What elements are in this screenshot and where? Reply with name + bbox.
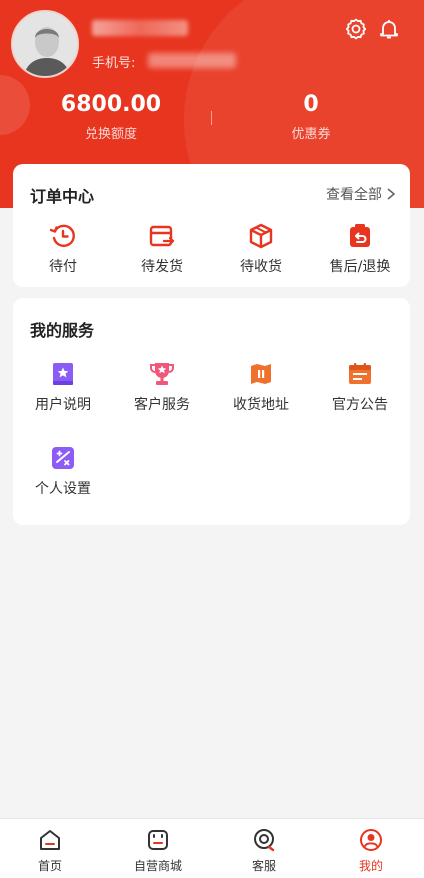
order-item-label: 售后/退换 (329, 259, 391, 275)
return-bag-icon (350, 224, 370, 247)
settings-icon[interactable] (344, 17, 368, 41)
tab-label: 首页 (37, 859, 62, 873)
order-center-card: 订单中心 查看全部 待付 待发货 待收货 售后/退换 (13, 164, 410, 287)
service-label: 官方公告 (332, 397, 388, 413)
order-item-label: 待收货 (240, 259, 282, 275)
stat-value: 0 (303, 92, 319, 117)
service-label: 收货地址 (233, 397, 289, 413)
tab-label: 我的 (358, 859, 383, 873)
service-icon (254, 829, 275, 852)
tab-label: 客服 (251, 859, 276, 873)
service-customer-service[interactable]: 客户服务 (112, 360, 212, 414)
service-official-announcement[interactable]: 官方公告 (310, 360, 410, 414)
tab-mine[interactable]: 我的 (321, 827, 421, 874)
stat-exchange-quota[interactable]: 6800.00 兑换额度 (21, 92, 201, 142)
service-label: 用户说明 (35, 397, 91, 413)
username-redacted (92, 20, 188, 36)
bell-icon[interactable] (377, 17, 401, 41)
order-item-pending-receipt[interactable]: 待收货 (211, 222, 311, 276)
view-all-link[interactable]: 查看全部 (326, 184, 396, 204)
chevron-right-icon (387, 188, 396, 200)
stat-divider (211, 111, 212, 125)
tab-shop[interactable]: 自营商城 (108, 827, 208, 874)
stat-label: 优惠券 (291, 127, 331, 142)
service-shipping-address[interactable]: 收货地址 (211, 360, 311, 414)
order-item-label: 待付 (49, 259, 77, 275)
calendar-icon (349, 363, 371, 384)
phone-number-redacted (148, 53, 236, 68)
card-title: 订单中心 (30, 187, 95, 206)
tab-customer-service[interactable]: 客服 (214, 827, 314, 874)
home-icon (40, 830, 60, 850)
star-book-icon (53, 363, 73, 385)
phone-label: 手机号: (92, 56, 136, 71)
service-user-guide[interactable]: 用户说明 (13, 360, 113, 414)
order-item-label: 待发货 (141, 259, 183, 275)
card-title: 我的服务 (30, 321, 95, 340)
order-item-after-sales[interactable]: 售后/退换 (310, 222, 410, 276)
order-item-pending-shipment[interactable]: 待发货 (112, 222, 212, 276)
shop-bag-icon (148, 830, 168, 850)
map-icon (251, 364, 271, 384)
stat-coupons[interactable]: 0 优惠券 (221, 92, 401, 142)
clock-refresh-icon (49, 224, 75, 247)
package-box-icon (249, 223, 273, 249)
my-services-card: 我的服务 用户说明 客户服务 收货地址 官方公告 个人设置 (13, 298, 410, 525)
percent-icon (52, 447, 74, 469)
tab-home[interactable]: 首页 (0, 827, 100, 874)
stat-value: 6800.00 (60, 92, 162, 117)
tab-label: 自营商城 (133, 859, 182, 873)
stat-label: 兑换额度 (84, 127, 137, 142)
trophy-icon (150, 363, 174, 385)
service-personal-settings[interactable]: 个人设置 (13, 444, 113, 498)
service-label: 客户服务 (134, 397, 190, 413)
user-icon (360, 829, 382, 851)
order-item-pending-payment[interactable]: 待付 (13, 222, 113, 276)
avatar[interactable] (11, 10, 79, 78)
bottom-tab-bar: 首页 自营商城 客服 我的 (0, 818, 424, 878)
wallet-arrow-icon (149, 225, 175, 247)
service-label: 个人设置 (35, 481, 91, 497)
view-all-label: 查看全部 (326, 187, 382, 203)
